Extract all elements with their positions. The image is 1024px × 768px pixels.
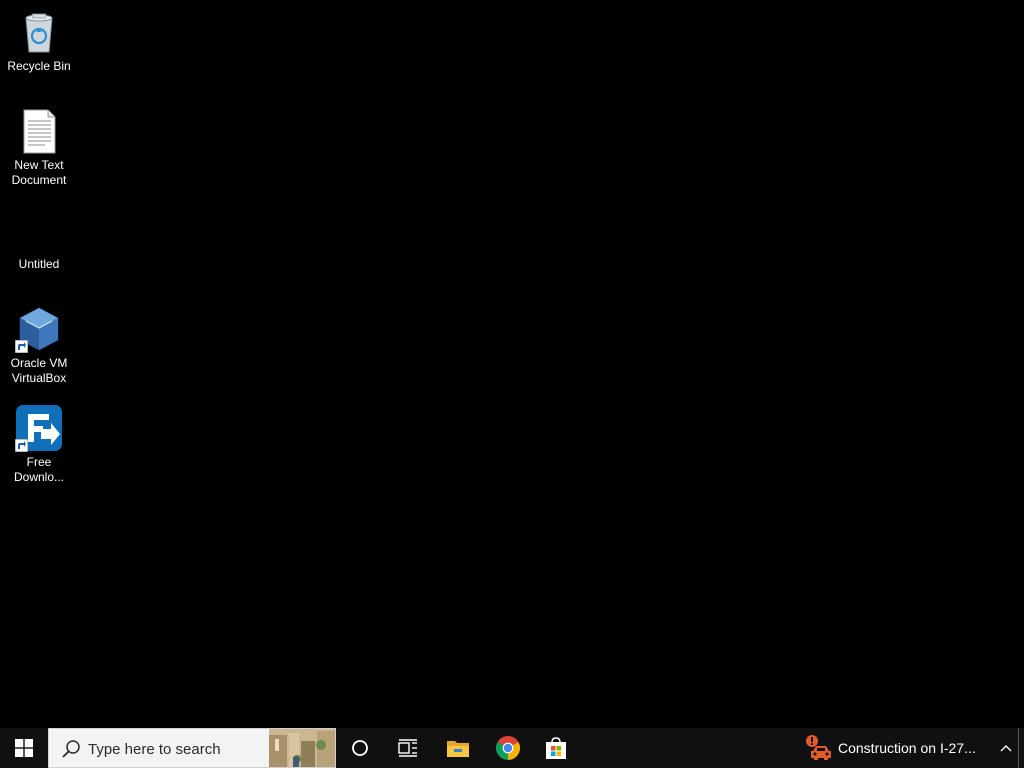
desktop-icon-label: Untitled <box>18 257 60 271</box>
untitled-icon <box>15 206 63 254</box>
windows-logo-icon <box>15 739 33 757</box>
recycle-bin-icon <box>15 8 63 56</box>
notification-text: Construction on I-27... <box>838 740 976 756</box>
desktop-icon-recycle-bin[interactable]: Recycle Bin <box>2 4 76 74</box>
task-view-icon <box>398 739 417 757</box>
show-desktop-button[interactable] <box>1018 728 1024 768</box>
file-explorer-icon <box>447 741 469 757</box>
desktop-icon-label: New Text Document <box>11 158 67 187</box>
desktop-icon-free-download-manager[interactable]: Free Downlo... <box>2 400 76 485</box>
desktop-icon-new-text-document[interactable]: New Text Document <box>2 103 76 188</box>
chevron-up-icon <box>1000 745 1012 752</box>
cortana-button[interactable] <box>336 728 384 768</box>
free-download-manager-icon <box>15 404 63 452</box>
search-placeholder: Type here to search <box>88 741 221 758</box>
desktop-icon-untitled[interactable]: Untitled <box>2 202 76 272</box>
traffic-notification[interactable]: Construction on I-27... <box>800 728 990 768</box>
shortcut-arrow-icon <box>15 439 28 452</box>
file-explorer-button[interactable] <box>434 728 482 768</box>
desktop-icon-label: Free Downlo... <box>13 455 65 484</box>
desktop-icon-label: Oracle VM VirtualBox <box>10 356 68 385</box>
desktop-icon-oracle-vm-virtualbox[interactable]: Oracle VM VirtualBox <box>2 301 76 386</box>
text-document-icon <box>15 107 63 155</box>
microsoft-store-icon <box>546 737 566 759</box>
start-button[interactable] <box>0 728 48 768</box>
desktop: Recycle Bin New Text Document Untitled O… <box>0 0 1024 728</box>
shortcut-arrow-icon <box>15 340 28 353</box>
chrome-icon <box>496 736 520 760</box>
search-icon <box>62 740 80 758</box>
search-highlight-image <box>269 729 335 767</box>
traffic-alert-icon <box>804 733 834 763</box>
microsoft-store-button[interactable] <box>532 728 580 768</box>
taskbar: Type here to search Construction on I-27… <box>0 728 1024 768</box>
task-view-button[interactable] <box>384 728 432 768</box>
chrome-button[interactable] <box>484 728 532 768</box>
show-hidden-icons-button[interactable] <box>994 728 1018 768</box>
search-box[interactable]: Type here to search <box>48 728 336 768</box>
virtualbox-icon <box>15 305 63 353</box>
desktop-icon-label: Recycle Bin <box>7 59 71 73</box>
cortana-icon <box>352 740 368 756</box>
